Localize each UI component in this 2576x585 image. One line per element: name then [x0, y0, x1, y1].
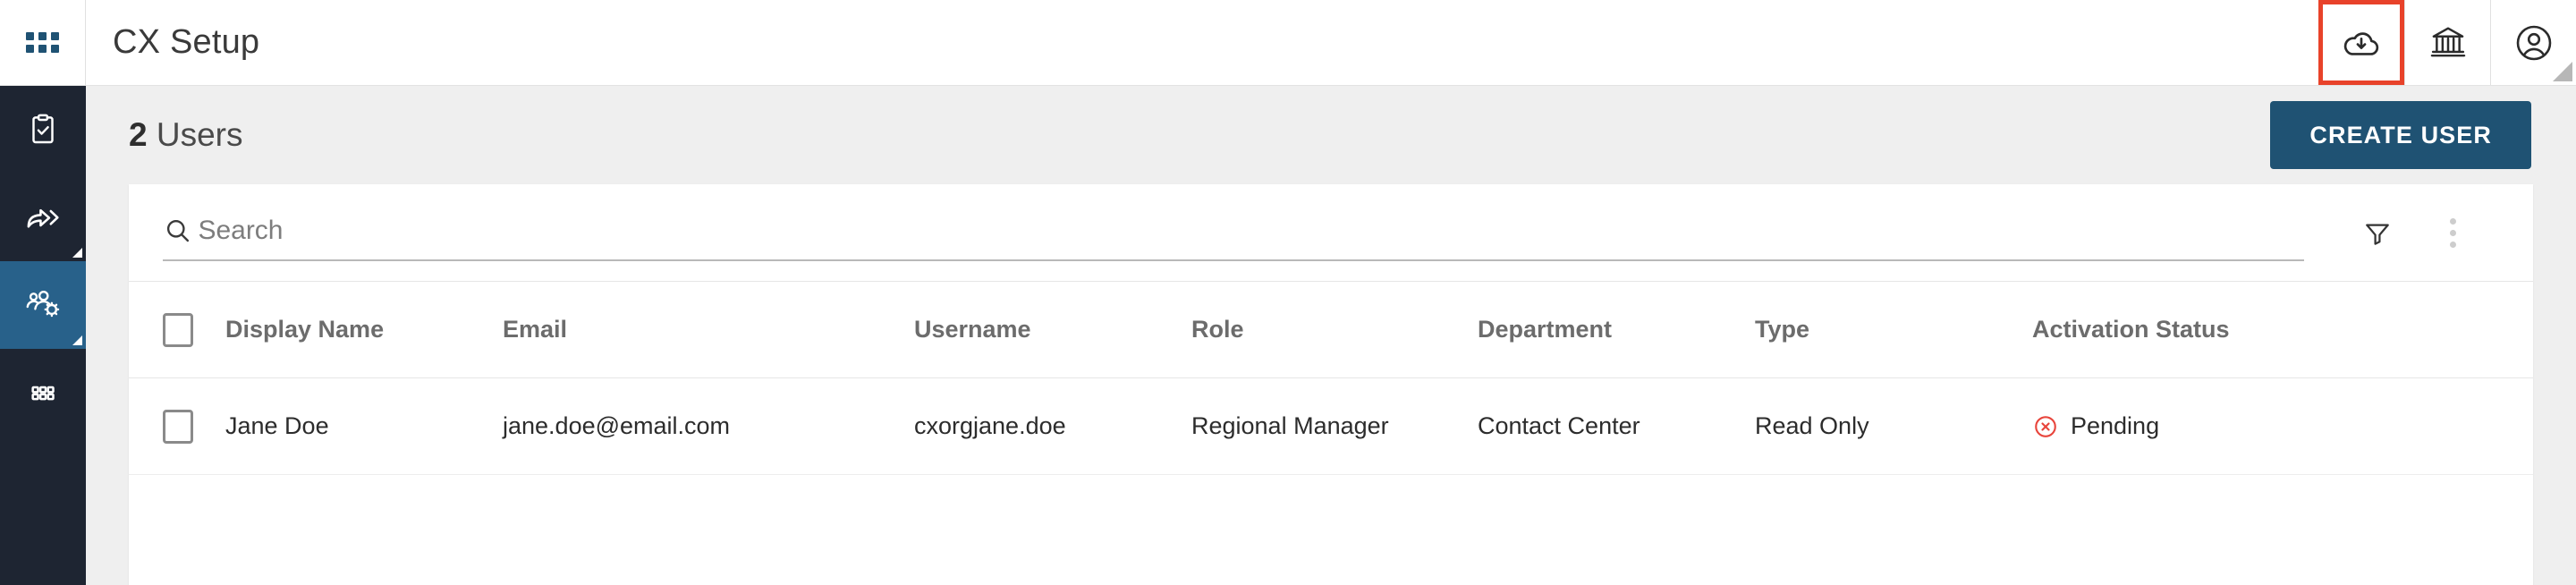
clipboard-check-icon — [32, 114, 54, 144]
cell-role: Regional Manager — [1191, 377, 1478, 475]
toolbar-icons — [2304, 201, 2490, 264]
filter-funnel-icon — [2366, 224, 2389, 245]
row-checkbox[interactable] — [163, 409, 193, 444]
sidebar-item-routing[interactable] — [0, 174, 86, 261]
column-role[interactable]: Role — [1191, 281, 1478, 378]
filter-button[interactable] — [2340, 201, 2415, 264]
users-table: Display Name Email Username Role Departm… — [129, 281, 2533, 475]
row-select-cell — [129, 377, 225, 475]
top-bar-actions — [2318, 0, 2576, 85]
institution-button[interactable] — [2404, 0, 2490, 85]
cell-username: cxorgjane.doe — [914, 377, 1191, 475]
top-app-bar: CX Setup — [0, 0, 2576, 86]
column-email[interactable]: Email — [503, 281, 914, 378]
circle-x-icon — [2035, 415, 2056, 437]
main-content: 2 Users CREATE USER Search Display Name … — [86, 86, 2576, 585]
column-activation-status[interactable]: Activation Status — [2032, 281, 2533, 378]
users-table-head: Display Name Email Username Role Departm… — [129, 281, 2533, 378]
column-username[interactable]: Username — [914, 281, 1191, 378]
users-panel: Display Name Email Username Role Departm… — [129, 184, 2533, 585]
create-user-button[interactable]: CREATE USER — [2270, 101, 2531, 169]
cell-department: Contact Center — [1478, 377, 1755, 475]
cell-display-name: Jane Doe — [225, 377, 503, 475]
apps-grid-icon — [26, 32, 59, 53]
status-badge: Pending — [2032, 412, 2533, 440]
column-display-name[interactable]: Display Name — [225, 281, 503, 378]
page-header: 2 Users CREATE USER — [86, 86, 2576, 184]
table-row[interactable]: Jane Doe jane.doe@email.com cxorgjane.do… — [129, 377, 2533, 475]
search-icon — [166, 219, 190, 242]
search-input[interactable] — [198, 216, 2304, 246]
cell-type: Read Only — [1755, 377, 2032, 475]
more-options-button[interactable] — [2415, 201, 2490, 264]
table-header-row: Display Name Email Username Role Departm… — [129, 281, 2533, 378]
left-sidebar — [0, 86, 86, 585]
expand-corner-marker — [72, 248, 82, 258]
cloud-download-button[interactable] — [2318, 0, 2404, 85]
user-account-circle-icon — [2516, 25, 2551, 60]
bank-institution-icon — [2430, 26, 2465, 56]
apps-grid-button[interactable] — [0, 0, 86, 85]
keypad-grid-icon — [31, 386, 55, 401]
page-title: CX Setup — [113, 23, 260, 61]
share-arrow-icon — [27, 208, 59, 228]
cell-activation-status: Pending — [2032, 377, 2533, 475]
search-field-wrapper[interactable] — [163, 204, 2304, 261]
window-resize-grip[interactable] — [2553, 62, 2572, 81]
user-count-label: Users — [156, 116, 243, 153]
select-all-checkbox[interactable] — [163, 312, 193, 347]
select-all-header — [129, 281, 225, 378]
body-area: 2 Users CREATE USER Search Display Name … — [0, 86, 2576, 585]
sidebar-item-keypad[interactable] — [0, 349, 86, 437]
users-table-body: Jane Doe jane.doe@email.com cxorgjane.do… — [129, 377, 2533, 475]
user-count-number: 2 — [129, 116, 148, 153]
app-root: CX Setup 2 Users CREATE USER Search Disp… — [0, 0, 2576, 585]
cloud-download-icon — [2343, 31, 2379, 55]
more-vertical-icon — [2449, 217, 2456, 248]
users-gear-icon — [26, 290, 60, 318]
expand-corner-marker — [72, 335, 82, 345]
sidebar-item-users[interactable] — [0, 261, 86, 349]
cell-email: jane.doe@email.com — [503, 377, 914, 475]
column-department[interactable]: Department — [1478, 281, 1755, 378]
user-count-heading: 2 Users — [129, 116, 242, 154]
search-toolbar — [129, 184, 2533, 281]
column-type[interactable]: Type — [1755, 281, 2032, 378]
sidebar-item-tasks[interactable] — [0, 86, 86, 174]
status-text: Pending — [2071, 412, 2160, 439]
